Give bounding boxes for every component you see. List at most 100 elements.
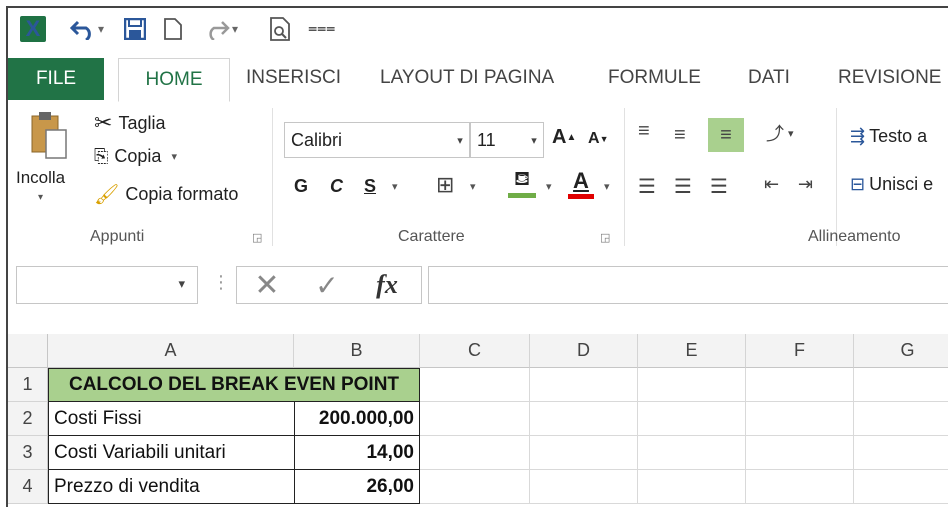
row-header-4[interactable]: 4: [8, 470, 48, 504]
spreadsheet-grid: A B C D E F G 1 2 3 4 CALCOLO DEL BREAK …: [8, 334, 948, 507]
column-header-e[interactable]: E: [638, 334, 746, 368]
increase-indent-icon[interactable]: ⇥: [798, 174, 813, 195]
format-painter-button[interactable]: 🖌 Copia formato: [94, 182, 238, 207]
shrink-font-icon[interactable]: A ▼: [588, 130, 608, 148]
cell-f1[interactable]: [746, 368, 854, 402]
cell-a4[interactable]: Prezzo di vendita: [48, 469, 295, 504]
wrap-text-button[interactable]: ⇶ Testo a: [850, 126, 927, 147]
cell-e1[interactable]: [638, 368, 746, 402]
align-left-icon[interactable]: ☰: [638, 174, 656, 199]
tab-inserisci[interactable]: INSERISCI: [246, 60, 341, 96]
customize-icon[interactable]: ⩶: [308, 16, 335, 42]
cell-a3[interactable]: Costi Variabili unitari: [48, 435, 295, 470]
cell-d1[interactable]: [530, 368, 638, 402]
cell-g1[interactable]: [854, 368, 948, 402]
tab-layout-di-pagina[interactable]: LAYOUT DI PAGINA: [380, 60, 554, 96]
clipboard-launcher-icon[interactable]: ◲: [252, 231, 262, 244]
paste-dropdown-icon[interactable]: ▾: [38, 192, 43, 203]
name-box[interactable]: ▾: [16, 266, 198, 304]
cell-e4[interactable]: [638, 470, 746, 504]
merge-button[interactable]: ⊟ Unisci e: [850, 174, 933, 195]
cell-a2[interactable]: Costi Fissi: [48, 401, 295, 436]
cell-g2[interactable]: [854, 402, 948, 436]
insert-function-icon[interactable]: fx: [357, 270, 417, 300]
paste-label[interactable]: Incolla: [16, 168, 65, 188]
cell-c2[interactable]: [420, 402, 530, 436]
clipboard-icon: [31, 112, 67, 159]
italic-button[interactable]: C: [330, 176, 343, 197]
column-header-c[interactable]: C: [420, 334, 530, 368]
column-header-d[interactable]: D: [530, 334, 638, 368]
grow-font-icon[interactable]: A ▲: [552, 126, 576, 149]
new-file-icon[interactable]: [164, 16, 182, 42]
column-header-g[interactable]: G: [854, 334, 948, 368]
font-name-select[interactable]: Calibri ▾: [284, 122, 470, 158]
cell-c3[interactable]: [420, 436, 530, 470]
save-icon[interactable]: [124, 16, 146, 42]
row-header-2[interactable]: 2: [8, 402, 48, 436]
font-color-dropdown-icon[interactable]: ▾: [604, 180, 610, 193]
copy-dropdown-icon[interactable]: ▾: [171, 150, 177, 163]
cell-g4[interactable]: [854, 470, 948, 504]
align-right-icon[interactable]: ☰: [710, 174, 728, 199]
fill-color-swatch: [508, 193, 536, 198]
merge-label: Unisci e: [869, 174, 934, 194]
underline-button[interactable]: S: [364, 176, 376, 197]
tab-dati[interactable]: DATI: [748, 60, 790, 96]
align-top-icon[interactable]: ≡: [638, 120, 650, 143]
copy-button[interactable]: ⎘ Copia ▾: [94, 146, 177, 167]
cell-d4[interactable]: [530, 470, 638, 504]
column-header-a[interactable]: A: [48, 334, 294, 368]
cell-c1[interactable]: [420, 368, 530, 402]
column-header-f[interactable]: F: [746, 334, 854, 368]
formula-input[interactable]: [428, 266, 948, 304]
cancel-icon[interactable]: ✕: [237, 268, 297, 303]
undo-icon[interactable]: ▾: [70, 16, 104, 42]
select-all-corner[interactable]: [8, 334, 48, 368]
print-preview-icon[interactable]: [270, 16, 292, 42]
row-header-1[interactable]: 1: [8, 368, 48, 402]
cell-b4[interactable]: 26,00: [294, 469, 420, 504]
align-center-icon[interactable]: ☰: [674, 174, 692, 199]
font-launcher-icon[interactable]: ◲: [600, 231, 610, 244]
cell-d2[interactable]: [530, 402, 638, 436]
font-color-button[interactable]: A: [568, 168, 594, 199]
formula-bar: ▾ ⋮ ✕ ✓ fx: [8, 252, 948, 334]
align-bottom-icon[interactable]: ≡: [708, 118, 744, 152]
cell-b3[interactable]: 14,00: [294, 435, 420, 470]
tab-formule[interactable]: FORMULE: [608, 60, 701, 96]
cut-button[interactable]: ✂ Taglia: [94, 110, 165, 136]
cell-a1-merged[interactable]: CALCOLO DEL BREAK EVEN POINT: [48, 368, 420, 402]
underline-dropdown-icon[interactable]: ▾: [392, 180, 398, 193]
wrap-text-icon: ⇶: [850, 126, 866, 146]
borders-dropdown-icon[interactable]: ▾: [470, 180, 476, 193]
cell-g3[interactable]: [854, 436, 948, 470]
row-header-3[interactable]: 3: [8, 436, 48, 470]
borders-icon[interactable]: ⊞: [436, 172, 454, 198]
cell-f2[interactable]: [746, 402, 854, 436]
cell-e3[interactable]: [638, 436, 746, 470]
cut-label: Taglia: [118, 112, 166, 133]
cell-e2[interactable]: [638, 402, 746, 436]
cell-d3[interactable]: [530, 436, 638, 470]
font-size-select[interactable]: 11 ▾: [470, 122, 544, 158]
bold-button[interactable]: G: [294, 176, 308, 197]
tab-file[interactable]: FILE: [8, 58, 104, 100]
excel-logo-icon[interactable]: X: [20, 16, 46, 42]
redo-icon[interactable]: ▾: [204, 16, 238, 42]
decrease-indent-icon[interactable]: ⇤: [764, 174, 779, 195]
fill-color-button[interactable]: ⛾: [508, 168, 536, 198]
align-middle-icon[interactable]: ≡: [674, 124, 686, 147]
fill-dropdown-icon[interactable]: ▾: [546, 180, 552, 193]
cell-f3[interactable]: [746, 436, 854, 470]
formula-bar-handle[interactable]: ⋮: [212, 272, 230, 293]
cell-b2[interactable]: 200.000,00: [294, 401, 420, 436]
orientation-icon[interactable]: ⤴ ▾: [766, 120, 794, 146]
tab-revisione[interactable]: REVISIONE: [838, 60, 941, 96]
cell-f4[interactable]: [746, 470, 854, 504]
tab-home[interactable]: HOME: [118, 58, 230, 102]
format-painter-icon: 🖌: [94, 184, 120, 206]
cell-c4[interactable]: [420, 470, 530, 504]
column-header-b[interactable]: B: [294, 334, 420, 368]
enter-icon[interactable]: ✓: [297, 269, 357, 302]
